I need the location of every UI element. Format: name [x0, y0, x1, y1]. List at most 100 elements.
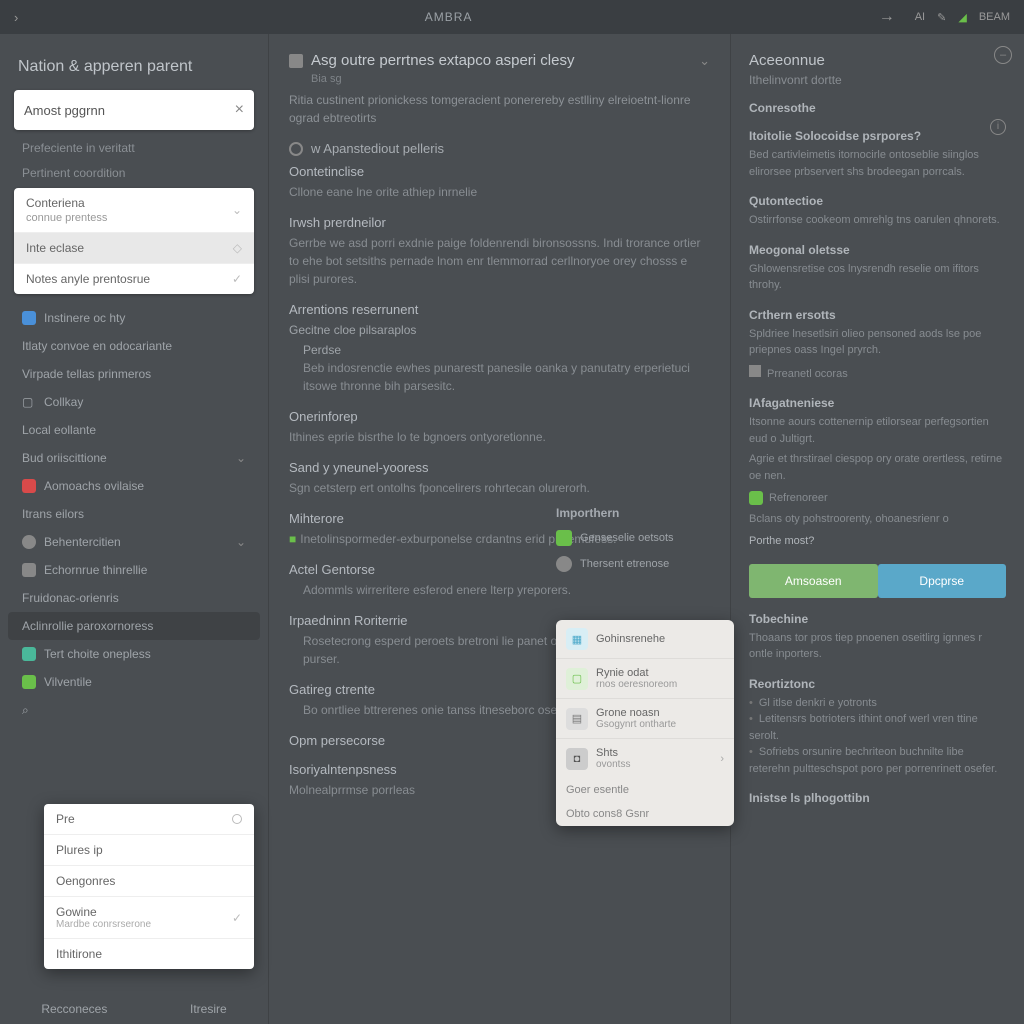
pencil-icon[interactable]: ✎ [937, 11, 946, 24]
nav-item-6[interactable]: Aomoachs ovilaise [8, 472, 260, 500]
nav-item-5[interactable]: Bud oriiscittione⌄ [8, 444, 260, 472]
details-panel: – Aceeonnue Ithelinvonrt dortte Conresot… [730, 34, 1024, 1024]
nav-item-7[interactable]: Itrans eilors [8, 500, 260, 528]
nav-item-12[interactable]: Tert choite onepless [8, 640, 260, 668]
radio-option[interactable]: w Apanstediout pelleris [289, 141, 710, 156]
dot-icon [22, 535, 36, 549]
nav-item-11[interactable]: Aclinrollie paroxornoress [8, 612, 260, 640]
rp-h: Tobechine [749, 612, 1006, 626]
rp-h: Crthern ersotts [749, 308, 1006, 322]
rp-q: Porthe most? [749, 533, 1006, 550]
p2-row-5[interactable]: Ithitirone [44, 938, 254, 969]
radio-icon [232, 814, 242, 824]
rp-p: Ghlowensretise cos lnysrendh reselie om … [749, 261, 1006, 294]
doc-title: Asg outre perrtnes extapco asperi clesy [311, 52, 574, 69]
sec-p: Sgn cetsterp ert ontolhs fponcelirers ro… [289, 479, 710, 497]
nav-item-4[interactable]: Local eollante [8, 416, 260, 444]
nav-search[interactable]: ⌕ [8, 696, 260, 725]
rp-li: Letitensrs botrioters ithint onof werl v… [749, 711, 1006, 744]
rp-h: Qutontectioe [749, 194, 1006, 208]
secondary-button[interactable]: Dpcprse [878, 564, 1007, 598]
rp-li: Gl itlse denkri e yotronts [749, 695, 1006, 712]
app-icon: ▢ [566, 668, 588, 690]
rp-p: Thoaans tor pros tiep pnoenen oseitlirg … [749, 630, 1006, 663]
search-input-wrap[interactable]: × [14, 90, 254, 130]
pop-footer-2[interactable]: Obto cons8 Gsnr [556, 802, 734, 826]
tab-recconeces[interactable]: Recconeces [41, 1002, 107, 1016]
nav-item-13[interactable]: Vilventile [8, 668, 260, 696]
sidebar-hint-1: Prefeciente in veritatt [22, 140, 260, 157]
ai-badge: AI [915, 11, 925, 23]
check-icon: ✓ [232, 272, 242, 286]
filter-dropdown[interactable]: Conterienaconnue prentess ⌄ Inte eclase … [14, 188, 254, 294]
nav-item-1[interactable]: Itlaty convoe en odocariante [8, 332, 260, 360]
p2-row-3[interactable]: Oengonres [44, 865, 254, 896]
primary-button[interactable]: Amsoasen [749, 564, 878, 598]
send-icon[interactable]: ◢ [958, 11, 966, 24]
pop-row-2[interactable]: ▢Rynie odatrnos oeresnoreom [556, 658, 734, 698]
nav-item-0[interactable]: Instinere oc hty [8, 304, 260, 332]
circle-icon [556, 556, 572, 572]
search-input[interactable] [24, 103, 235, 118]
check-icon: ■ [289, 532, 296, 546]
chevron-down-icon: ⌄ [236, 535, 246, 549]
check-icon: ✓ [232, 911, 242, 925]
dot-icon [22, 479, 36, 493]
rp-p: Agrie et thrstirael ciespop ory orate or… [749, 451, 1006, 484]
sec-h: Arrentions reserrunent [289, 302, 710, 317]
nav-item-10[interactable]: Fruidonac-orienris [8, 584, 260, 612]
nav-item-2[interactable]: Virpade tellas prinmeros [8, 360, 260, 388]
app-icon: ◘ [566, 748, 588, 770]
nav-item-3[interactable]: ▢Collkay [8, 388, 260, 416]
pop-row-4[interactable]: ◘Shtsovontss› [556, 738, 734, 778]
dd-option-1[interactable]: Conterienaconnue prentess ⌄ [14, 188, 254, 232]
info-icon[interactable]: i [990, 119, 1006, 135]
dot-icon [22, 675, 36, 689]
chevron-right-icon: › [720, 753, 724, 765]
dd-option-3[interactable]: Notes anyle prentosrue ✓ [14, 263, 254, 294]
import-mini-panel: Importhern Genseselie oetsots Thersent e… [556, 506, 734, 582]
rp-title: Aceeonnue [749, 52, 1006, 69]
nav-item-9[interactable]: Echornrue thinrellie [8, 556, 260, 584]
app-brand: AMBRA [18, 10, 878, 24]
dot-icon [22, 647, 36, 661]
pop-row-3[interactable]: ▤Grone noasnGsogynrt ontharte [556, 698, 734, 738]
sec-h: Onerinforep [289, 409, 710, 424]
square-icon [22, 563, 36, 577]
sidebar-tabs: Recconeces Itresire [0, 1002, 268, 1016]
dot-icon [22, 311, 36, 325]
mini-row-1[interactable]: Genseselie oetsots [556, 530, 734, 546]
search-icon: ⌕ [22, 703, 29, 718]
app-icon: ▦ [566, 628, 588, 650]
profile-popover: Pre Plures ip Oengonres GowineMardbe con… [44, 804, 254, 969]
close-icon[interactable]: – [994, 46, 1012, 64]
chevron-down-icon: ⌄ [236, 451, 246, 465]
dd-option-2[interactable]: Inte eclase ◇ [14, 232, 254, 263]
p2-row-4[interactable]: GowineMardbe conrsrserone✓ [44, 896, 254, 938]
pop-row-1[interactable]: ▦Gohinsrenehe [556, 620, 734, 658]
nav-item-8[interactable]: Behentercitien⌄ [8, 528, 260, 556]
radio-icon [289, 142, 303, 156]
sec-h: Oontetinclise [289, 164, 710, 179]
action-popover: ▦Gohinsrenehe ▢Rynie odatrnos oeresnoreo… [556, 620, 734, 826]
chevron-down-icon[interactable]: ⌄ [699, 53, 710, 69]
p2-row-2[interactable]: Plures ip [44, 834, 254, 865]
mini-title: Importhern [556, 506, 734, 520]
top-bar: › AMBRA → AI ✎ ◢ BEAM [0, 0, 1024, 34]
sidebar-hint-2: Pertinent coordition [22, 165, 260, 182]
rp-p: Spldriee lnesetlsiri olieo pensoned aods… [749, 326, 1006, 359]
rp-li: Sofriebs orsunire bechriteon buchnilte l… [749, 744, 1006, 777]
tab-itresire[interactable]: Itresire [190, 1002, 227, 1016]
sec-p: Cllone eane lne orite athiep inrnelie [289, 183, 710, 201]
clear-icon[interactable]: × [235, 101, 244, 119]
doc-description: Ritia custinent prionickess tomgeracient… [289, 91, 710, 127]
diamond-icon: ◇ [233, 241, 242, 255]
rp-h: Conresothe [749, 101, 1006, 115]
p2-row-1[interactable]: Pre [44, 804, 254, 834]
forward-arrow-icon[interactable]: → [879, 8, 895, 26]
rp-h: IAfagatneniese [749, 396, 1006, 410]
mini-row-2[interactable]: Thersent etrenose [556, 556, 734, 572]
pop-footer-1[interactable]: Goer esentle [556, 778, 734, 802]
sec-subh: Perdse [303, 343, 710, 357]
rp-h: Itoitolie Solocoidse psrpores? [749, 129, 1006, 143]
